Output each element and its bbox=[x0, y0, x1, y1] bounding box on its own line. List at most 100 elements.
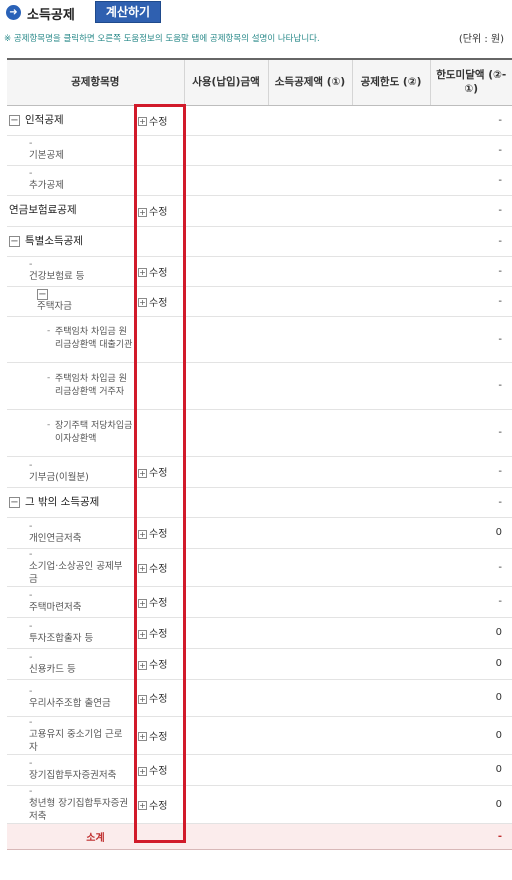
edit-label: 수정 bbox=[149, 660, 168, 671]
deduction-item-name[interactable]: -건강보험료 등 bbox=[7, 256, 134, 287]
edit-label: 수정 bbox=[149, 468, 168, 479]
table-row: -청년형 장기집합투자증권저축 + 수정 0 bbox=[7, 785, 512, 824]
deduction-item-name[interactable]: − 그 밖의 소득공제 bbox=[7, 487, 134, 518]
cell-limit bbox=[352, 517, 430, 549]
edit-button[interactable]: + 수정 bbox=[138, 298, 167, 309]
cell-remaining: 0 bbox=[430, 679, 512, 717]
deduction-item-name[interactable]: −주택자금 bbox=[7, 286, 137, 317]
deduction-item-name[interactable]: -투자조합출자 등 bbox=[7, 617, 134, 649]
edit-button[interactable]: + 수정 bbox=[138, 207, 167, 218]
item-label[interactable]: 우리사주조합 출연금 bbox=[29, 697, 129, 710]
deduction-item-name[interactable]: -청년형 장기집합투자증권저축 bbox=[7, 785, 134, 824]
deduction-item-name[interactable]: -우리사주조합 출연금 bbox=[7, 679, 134, 717]
cell-limit bbox=[352, 548, 430, 587]
item-label[interactable]: 투자조합출자 등 bbox=[29, 632, 129, 645]
edit-button[interactable]: + 수정 bbox=[138, 564, 167, 575]
cell-limit bbox=[352, 487, 430, 518]
edit-button[interactable]: + 수정 bbox=[138, 468, 167, 479]
collapse-toggle-icon[interactable]: − bbox=[37, 289, 48, 300]
deduction-item-name[interactable]: -장기집합투자증권저축 bbox=[7, 754, 134, 786]
deduction-item-name[interactable]: -개인연금저축 bbox=[7, 517, 134, 549]
item-label[interactable]: 고용유지 중소기업 근로자 bbox=[29, 728, 129, 754]
edit-button[interactable]: + 수정 bbox=[138, 660, 167, 671]
deduction-item-name[interactable]: − 특별소득공제 bbox=[7, 226, 134, 257]
table-row: − 인적공제 + 수정 - bbox=[7, 105, 512, 136]
deduction-item-name[interactable]: -추가공제 bbox=[7, 165, 134, 196]
item-label[interactable]: 건강보험료 등 bbox=[29, 270, 129, 283]
item-label[interactable]: 인적공제 bbox=[25, 114, 125, 127]
item-label[interactable]: 개인연금저축 bbox=[29, 532, 129, 545]
plus-icon: + bbox=[138, 207, 147, 217]
edit-cell bbox=[134, 135, 184, 166]
deduction-item-name[interactable]: − 인적공제 bbox=[7, 105, 134, 136]
deduction-item-name[interactable]: -신용카드 등 bbox=[7, 648, 134, 680]
item-label[interactable]: 추가공제 bbox=[29, 179, 129, 192]
tree-dash-icon: - bbox=[29, 716, 33, 728]
cell-limit bbox=[352, 286, 430, 317]
item-label[interactable]: 기부금(이월분) bbox=[29, 471, 129, 484]
item-label[interactable]: 특별소득공제 bbox=[25, 235, 125, 248]
edit-cell: + 수정 bbox=[134, 105, 184, 136]
item-label[interactable]: 주택임차 차입금 원리금상환액 대출기관 bbox=[55, 326, 133, 352]
collapse-toggle-icon[interactable]: − bbox=[9, 114, 20, 126]
table-row: -주택마련저축 + 수정 - bbox=[7, 586, 512, 618]
cell-remaining: - bbox=[430, 165, 512, 196]
edit-button[interactable]: + 수정 bbox=[138, 598, 167, 609]
arrow-right-icon: ➜ bbox=[6, 5, 21, 20]
cell-limit bbox=[352, 716, 430, 755]
table-row: 연금보험료공제 + 수정 - bbox=[7, 195, 512, 227]
cell-limit bbox=[352, 316, 430, 363]
cell-remaining: - bbox=[430, 286, 512, 317]
item-label[interactable]: 주택마련저축 bbox=[29, 601, 129, 614]
deduction-item-name[interactable]: 연금보험료공제 bbox=[7, 195, 134, 227]
deduction-item-name[interactable]: -소기업·소상공인 공제부금 bbox=[7, 548, 134, 587]
item-label[interactable]: 그 밖의 소득공제 bbox=[25, 496, 125, 509]
item-label[interactable]: 소기업·소상공인 공제부금 bbox=[29, 560, 129, 586]
edit-button[interactable]: + 수정 bbox=[138, 117, 167, 128]
deduction-item-name[interactable]: - 주택임차 차입금 원리금상환액 대출기관 bbox=[7, 316, 134, 363]
edit-button[interactable]: + 수정 bbox=[138, 529, 167, 540]
deduction-item-name[interactable]: -주택마련저축 bbox=[7, 586, 134, 618]
item-label[interactable]: 신용카드 등 bbox=[29, 663, 129, 676]
edit-button[interactable]: + 수정 bbox=[138, 801, 167, 812]
edit-button[interactable]: + 수정 bbox=[138, 694, 167, 705]
item-label[interactable]: 장기주택 저당차입금 이자상환액 bbox=[55, 420, 133, 446]
deduction-item-name[interactable]: - 장기주택 저당차입금 이자상환액 bbox=[7, 409, 134, 457]
item-label[interactable]: 주택임차 차입금 원리금상환액 거주자 bbox=[55, 373, 133, 399]
table-row: -우리사주조합 출연금 + 수정 0 bbox=[7, 679, 512, 717]
cell-remaining: - bbox=[430, 548, 512, 587]
cell-amount bbox=[184, 517, 268, 549]
cell-remaining: - bbox=[430, 362, 512, 410]
edit-label: 수정 bbox=[149, 529, 168, 540]
cell-amount bbox=[184, 362, 268, 410]
item-label[interactable]: 장기집합투자증권저축 bbox=[29, 769, 129, 782]
total-row: 소계 - bbox=[7, 823, 512, 850]
item-label[interactable]: 주택자금 bbox=[37, 300, 137, 313]
collapse-toggle-icon[interactable]: − bbox=[9, 235, 20, 247]
deduction-item-name[interactable]: -고용유지 중소기업 근로자 bbox=[7, 716, 134, 755]
edit-label: 수정 bbox=[149, 563, 168, 575]
plus-icon: + bbox=[138, 298, 147, 307]
cell-remaining: 0 bbox=[430, 617, 512, 649]
calculate-button[interactable]: 계산하기 bbox=[95, 1, 161, 23]
collapse-toggle-icon[interactable]: − bbox=[9, 496, 20, 508]
help-notice: ※ 공제항목명을 클릭하면 오른쪽 도움정보의 도움말 탭에 공제항목의 설명이… bbox=[4, 34, 320, 44]
item-label[interactable]: 기본공제 bbox=[29, 149, 129, 162]
item-label[interactable]: 연금보험료공제 bbox=[9, 204, 109, 217]
edit-button[interactable]: + 수정 bbox=[138, 629, 167, 640]
cell-remaining: 0 bbox=[430, 754, 512, 786]
deduction-item-name[interactable]: -기부금(이월분) bbox=[7, 456, 134, 488]
deduction-item-name[interactable]: -기본공제 bbox=[7, 135, 134, 166]
edit-cell: + 수정 bbox=[134, 648, 184, 680]
edit-button[interactable]: + 수정 bbox=[138, 732, 167, 743]
plus-icon: + bbox=[138, 660, 147, 670]
edit-cell: + 수정 bbox=[134, 195, 184, 227]
deduction-item-name[interactable]: - 주택임차 차입금 원리금상환액 거주자 bbox=[7, 362, 134, 410]
col-header-name: 공제항목명 bbox=[7, 58, 184, 106]
edit-button[interactable]: + 수정 bbox=[138, 268, 167, 279]
tree-dash-icon: - bbox=[47, 372, 51, 383]
cell-limit bbox=[352, 785, 430, 824]
edit-button[interactable]: + 수정 bbox=[138, 766, 167, 777]
item-label[interactable]: 청년형 장기집합투자증권저축 bbox=[29, 797, 129, 823]
plus-icon: + bbox=[138, 801, 147, 810]
